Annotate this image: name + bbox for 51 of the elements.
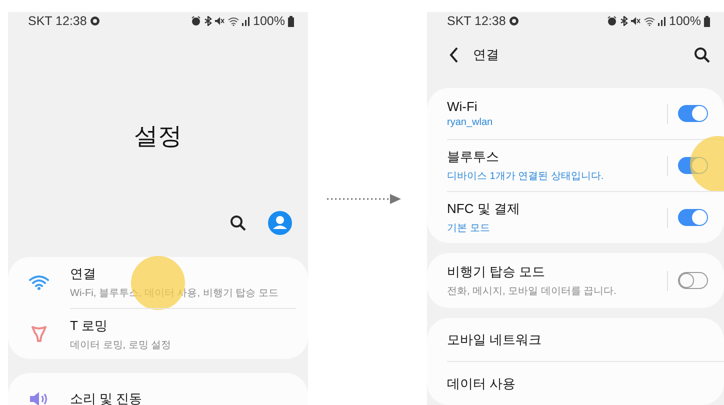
record-icon [90,16,100,26]
item-subtitle: 데이터 로밍, 로밍 설정 [70,338,172,352]
battery-icon [288,16,294,26]
carrier-time: SKT 12:38 [28,14,87,28]
settings-item[interactable]: 모바일 네트워크 [447,318,724,361]
carrier-time: SKT 12:38 [447,14,506,28]
item-title: NFC 및 결제 [447,200,521,218]
bluetooth-icon [620,16,628,26]
item-subtitle: ryan_wlan [447,117,494,128]
settings-item[interactable]: 비행기 탑승 모드 전화, 메시지, 모바일 데이터를 끕니다. [447,253,724,308]
item-title: 블루투스 [447,148,500,166]
wifi-icon [644,16,656,26]
item-title: 연결 [70,265,97,283]
toggle-switch[interactable] [678,105,708,122]
wifi-icon [29,275,49,290]
roaming-icon [31,324,47,342]
speaker-icon [29,390,49,405]
item-title: Wi-Fi [447,99,478,114]
item-title: 소리 및 진동 [70,390,144,405]
battery-icon [704,16,710,26]
settings-item[interactable]: 데이터 사용 [447,361,724,405]
toggle-switch[interactable] [678,209,708,226]
settings-item[interactable]: Wi-Fi ryan_wlan [447,88,724,139]
signal-icon [242,16,250,26]
settings-item[interactable]: NFC 및 결제 기본 모드 [447,191,724,243]
item-subtitle: 기본 모드 [447,222,491,235]
item-title: 모바일 네트워크 [447,330,543,348]
item-subtitle: 디바이스 1개가 연결된 상태입니다. [447,170,605,183]
mute-icon [215,16,226,26]
settings-item[interactable]: 소리 및 진동 [8,373,308,405]
record-icon [508,16,519,26]
battery-percent: 100% [253,14,285,28]
settings-item[interactable]: T 로밍 데이터 로밍, 로밍 설정 [8,308,308,359]
back-icon[interactable] [449,47,459,63]
toggle-switch[interactable] [678,272,708,289]
item-subtitle: 전화, 메시지, 모바일 데이터를 끕니다. [447,285,618,298]
search-icon[interactable] [230,215,246,231]
page-title: 연결 [473,46,499,64]
alarm-icon [191,16,202,26]
wifi-icon [228,16,240,26]
item-title: 데이터 사용 [447,374,517,392]
item-title: T 로밍 [70,316,108,334]
item-title: 비행기 탑승 모드 [447,263,546,281]
mute-icon [631,16,642,26]
profile-icon[interactable] [268,211,292,235]
battery-percent: 100% [669,14,701,28]
signal-icon [658,16,666,26]
bluetooth-icon [204,16,212,26]
search-icon[interactable] [694,47,710,63]
alarm-icon [607,16,618,26]
page-title: 설정 [133,122,183,152]
